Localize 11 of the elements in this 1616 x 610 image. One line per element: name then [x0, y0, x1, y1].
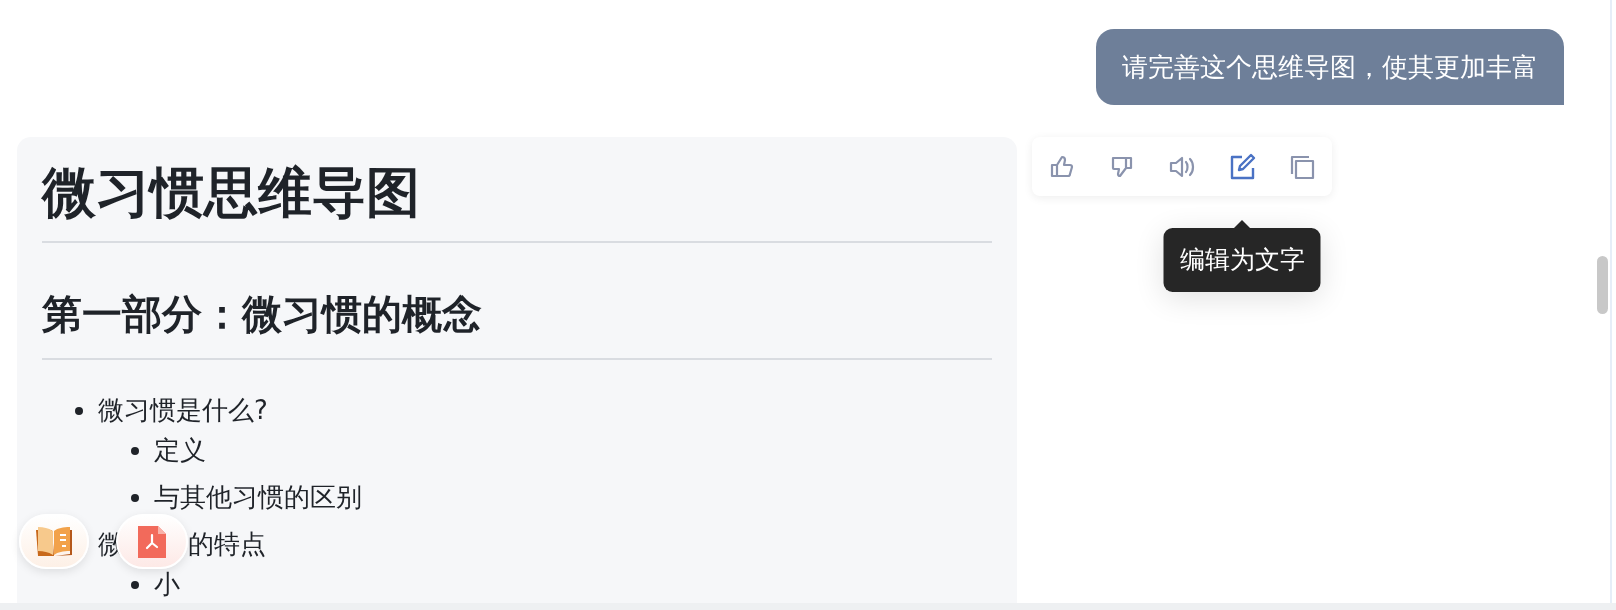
list-item-text: 与其他习惯的区别: [154, 481, 362, 514]
list-item-text: 定义: [154, 434, 206, 467]
pdf-file-icon: [138, 525, 166, 558]
list-item-text: 的特点: [188, 528, 266, 561]
list-item-text: 小: [154, 568, 180, 601]
section-heading: 第一部分：微习惯的概念: [42, 289, 992, 360]
tooltip: 编辑为文字: [1163, 228, 1321, 292]
title: 微习惯思维导图: [42, 157, 992, 243]
user-message: 请完善这个思维导图，使其更加丰富: [1096, 29, 1564, 105]
list-item-text: 微习惯是什么?: [98, 394, 268, 427]
scrollbar-thumb[interactable]: [1597, 256, 1608, 314]
